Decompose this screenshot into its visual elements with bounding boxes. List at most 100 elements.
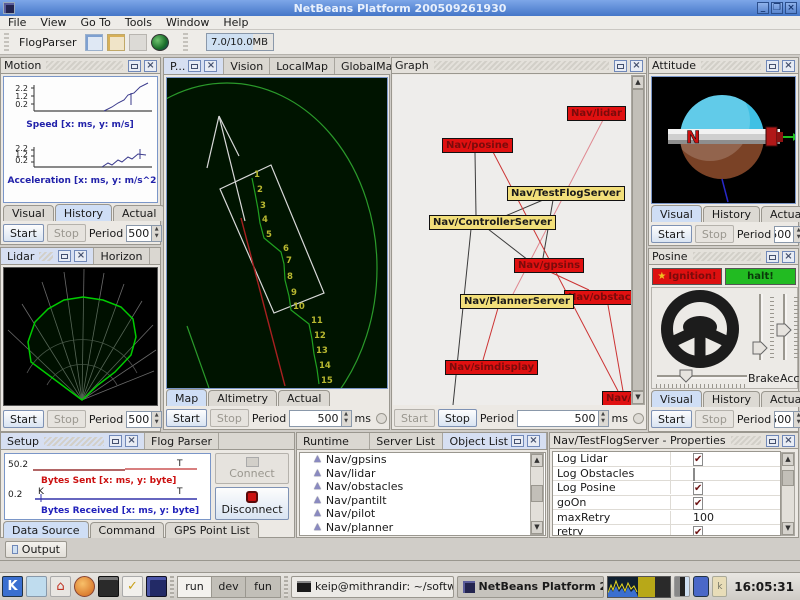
checkbox[interactable] [693, 453, 703, 466]
graph-node[interactable]: Nav/ControllerServer [429, 215, 556, 230]
spin-down-icon[interactable]: ▼ [152, 233, 161, 241]
close-panel-icon[interactable]: × [630, 60, 643, 72]
brake-slider[interactable] [752, 292, 768, 364]
menu-help[interactable]: Help [223, 16, 248, 29]
spin-down-icon[interactable]: ▼ [794, 419, 800, 427]
attitude-canvas[interactable]: N [651, 76, 796, 204]
spin-up-icon[interactable]: ▲ [599, 411, 608, 419]
steering-wheel[interactable] [656, 290, 744, 368]
spin-up-icon[interactable]: ▲ [152, 412, 161, 420]
period-spinner[interactable]: 500 ▲▼ [774, 226, 800, 243]
clock[interactable]: 16:05:31 [734, 580, 794, 594]
tab-actual[interactable]: Actual [761, 391, 800, 407]
properties-header[interactable]: Nav/TestFlogServer - Properties × [550, 433, 798, 449]
graph-node[interactable]: Nav/PlannerServer [460, 294, 574, 309]
output-button[interactable]: Output [5, 541, 67, 558]
stop-button[interactable]: Stop [47, 224, 86, 242]
tab-object-list[interactable]: Object List × [443, 433, 547, 449]
start-button[interactable]: Start [166, 409, 207, 427]
stop-button[interactable]: Stop [438, 409, 477, 427]
tab-altimetry[interactable]: Altimetry [208, 390, 277, 406]
list-item[interactable]: ▲Nav/obstacles [300, 480, 545, 494]
menu-goto[interactable]: Go To [81, 16, 111, 29]
taskbar-window-terminal[interactable]: keip@mithrandir: ~/software/s [291, 576, 454, 598]
period-value[interactable]: 500 [518, 411, 597, 426]
spin-up-icon[interactable]: ▲ [794, 412, 800, 420]
scroll-up-icon[interactable]: ▲ [782, 453, 794, 466]
menu-view[interactable]: View [40, 16, 66, 29]
close-panel-icon[interactable]: × [527, 435, 540, 447]
stop-button[interactable]: Stop [47, 410, 86, 428]
spin-down-icon[interactable]: ▼ [152, 419, 161, 427]
property-row[interactable]: Log Obstacles [553, 467, 780, 482]
minimize-panel-icon[interactable] [766, 251, 779, 263]
pager-mini-icon[interactable] [674, 576, 690, 597]
tab-visual[interactable]: Visual [651, 205, 702, 222]
period-spinner[interactable]: 500 ▲▼ [774, 411, 800, 428]
property-row[interactable]: Log Posine [553, 481, 780, 496]
tab-gps-point-list[interactable]: GPS Point List [165, 522, 259, 538]
close-panel-icon[interactable]: × [782, 435, 795, 447]
start-button[interactable]: Start [394, 409, 435, 427]
close-panel-icon[interactable]: × [782, 251, 795, 263]
close-panel-icon[interactable]: × [782, 60, 795, 72]
disconnect-button[interactable]: Disconnect [215, 487, 289, 520]
graph-canvas[interactable]: Nav/lidar Nav/posine Nav/TestFlogServer … [393, 75, 633, 405]
motion-header[interactable]: Motion × [1, 58, 160, 74]
minimize-panel-icon[interactable] [614, 60, 627, 72]
taskbar-window-netbeans[interactable]: NetBeans Platform 20050 [457, 576, 605, 598]
period-value[interactable]: 500 [775, 227, 793, 242]
spin-down-icon[interactable]: ▼ [794, 234, 800, 242]
globe-icon[interactable] [151, 34, 169, 51]
list-item[interactable]: ▲Nav/pantilt [300, 494, 545, 508]
open-view-icon[interactable] [107, 34, 125, 51]
period-spinner[interactable]: 500 ▲▼ [126, 225, 162, 242]
tab-horizon[interactable]: Horizon [94, 248, 149, 264]
toolbar-grip2[interactable] [183, 33, 188, 51]
graph-node[interactable]: Nav/simdisplay [445, 360, 538, 375]
checkbox[interactable] [693, 482, 703, 495]
start-button[interactable]: Start [3, 224, 44, 242]
graph-node[interactable]: Nav/posine [442, 138, 513, 153]
spin-up-icon[interactable]: ▲ [152, 226, 161, 234]
lidar-canvas[interactable] [3, 267, 158, 406]
tab-lidar[interactable]: Lidar × [1, 248, 94, 264]
period-value[interactable]: 500 [775, 412, 793, 427]
tab-p[interactable]: P... × [164, 58, 224, 74]
v-check-icon[interactable]: ✓ [122, 576, 143, 597]
period-value[interactable]: 500 [127, 226, 151, 241]
spin-down-icon[interactable]: ▼ [342, 418, 351, 426]
tab-history[interactable]: History [55, 204, 112, 221]
menu-file[interactable]: File [8, 16, 26, 29]
close-button[interactable]: × [785, 2, 797, 14]
start-button[interactable]: Start [651, 225, 692, 243]
spin-down-icon[interactable]: ▼ [599, 418, 608, 426]
period-spinner[interactable]: 500 ▲▼ [517, 410, 608, 427]
tab-visual[interactable]: Visual [3, 205, 54, 221]
tray-app-icon[interactable] [693, 576, 709, 597]
tab-history[interactable]: History [703, 206, 760, 222]
graph-header[interactable]: Graph × [392, 58, 646, 74]
attitude-header[interactable]: Attitude × [649, 58, 798, 74]
close-panel-icon[interactable]: × [144, 60, 157, 72]
checkbox[interactable] [693, 497, 703, 510]
tab-data-source[interactable]: Data Source [3, 521, 89, 538]
posine-header[interactable]: Posine × [649, 249, 798, 265]
connect-button[interactable]: Connect [215, 453, 289, 484]
list-item[interactable]: ▲Nav/planner [300, 521, 545, 535]
bytes-charts[interactable]: 50.2 T Bytes Sent [x: ms, y: byte] 0.2 K… [4, 453, 211, 520]
tab-actual[interactable]: Actual [761, 206, 800, 222]
scroll-down-icon[interactable]: ▼ [782, 522, 794, 535]
home-icon[interactable]: ⌂ [50, 576, 71, 597]
steering-slider[interactable] [654, 369, 750, 383]
tab-server-list[interactable]: Server List [370, 433, 443, 449]
firefox-icon[interactable] [74, 576, 95, 597]
start-button[interactable]: Start [651, 410, 692, 428]
checkbox[interactable] [693, 468, 695, 481]
tool-icon[interactable] [26, 576, 47, 597]
map-canvas[interactable]: 1 2 3 4 5 6 7 8 9 10 11 12 13 14 [166, 77, 388, 389]
ignition-button[interactable]: ★ Ignition! [652, 268, 722, 285]
object-list[interactable]: ▲Nav/gpsins ▲Nav/lidar ▲Nav/obstacles ▲N… [299, 452, 546, 536]
tab-command[interactable]: Command [90, 522, 165, 538]
properties-vscrollbar[interactable]: ▲ ▼ [781, 452, 795, 536]
